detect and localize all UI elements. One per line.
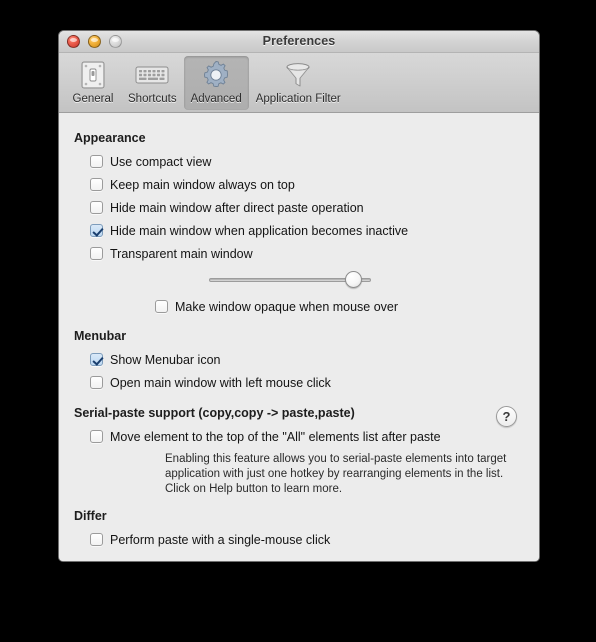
transparency-slider-row bbox=[209, 265, 539, 295]
toolbar-item-application-filter[interactable]: Application Filter bbox=[249, 56, 348, 110]
preferences-content-pane: Appearance Use compact view Keep main wi… bbox=[59, 113, 539, 561]
checkbox-keep-main-window-always-on-top[interactable] bbox=[90, 178, 103, 191]
toolbar-item-advanced-label: Advanced bbox=[190, 93, 242, 105]
section-differ: Differ Perform paste with a single-mouse… bbox=[59, 509, 539, 551]
gear-icon bbox=[200, 58, 232, 92]
checkbox-show-menubar-icon[interactable] bbox=[90, 353, 103, 366]
section-differ-title: Differ bbox=[74, 509, 107, 523]
close-button[interactable] bbox=[67, 35, 80, 48]
toolbar-item-general[interactable]: General bbox=[65, 56, 121, 110]
section-serial-paste-title: Serial-paste support (copy,copy -> paste… bbox=[74, 406, 355, 420]
serial-paste-description-line-3: Click on Help button to learn more. bbox=[165, 483, 343, 495]
checkbox-use-compact-view[interactable] bbox=[90, 155, 103, 168]
preferences-toolbar: General Shortcuts Advanced Application F… bbox=[59, 53, 539, 113]
checkbox-move-element-to-top[interactable] bbox=[90, 430, 103, 443]
checkbox-hide-main-window-when-inactive[interactable] bbox=[90, 224, 103, 237]
section-menubar: Menubar Show Menubar icon Open main wind… bbox=[59, 329, 539, 394]
keyboard-icon bbox=[134, 58, 170, 92]
checkbox-row-show-menubar-icon[interactable]: Show Menubar icon bbox=[90, 348, 539, 371]
serial-paste-description-line-1: Enabling this feature allows you to seri… bbox=[165, 453, 507, 465]
section-appearance-title: Appearance bbox=[74, 131, 146, 145]
toolbar-item-application-filter-label: Application Filter bbox=[255, 93, 341, 105]
checkbox-row-transparent-main-window[interactable]: Transparent main window bbox=[90, 242, 539, 265]
checkbox-label-move-element-to-top: Move element to the top of the "All" ele… bbox=[110, 429, 441, 444]
serial-paste-description-line-2: application with just one hotkey by rear… bbox=[165, 468, 504, 480]
checkbox-transparent-main-window[interactable] bbox=[90, 247, 103, 260]
toolbar-item-general-label: General bbox=[72, 93, 114, 105]
desktop-background: Preferences General Shortcuts Advanced A… bbox=[0, 0, 596, 642]
help-button[interactable]: ? bbox=[496, 406, 517, 427]
checkbox-row-keep-main-window-always-on-top[interactable]: Keep main window always on top bbox=[90, 173, 539, 196]
section-appearance: Appearance Use compact view Keep main wi… bbox=[59, 131, 539, 318]
window-controls bbox=[67, 35, 122, 48]
checkbox-open-main-window-left-click[interactable] bbox=[90, 376, 103, 389]
toolbar-item-shortcuts[interactable]: Shortcuts bbox=[121, 56, 184, 110]
serial-paste-description: Enabling this feature allows you to seri… bbox=[165, 452, 525, 497]
toolbar-item-advanced[interactable]: Advanced bbox=[183, 56, 249, 110]
checkbox-row-open-main-window-left-click[interactable]: Open main window with left mouse click bbox=[90, 371, 539, 394]
funnel-icon bbox=[282, 58, 314, 92]
switch-plate-icon bbox=[77, 58, 109, 92]
checkbox-row-use-compact-view[interactable]: Use compact view bbox=[90, 150, 539, 173]
minimize-button[interactable] bbox=[88, 35, 101, 48]
checkbox-label-keep-main-window-always-on-top: Keep main window always on top bbox=[110, 177, 295, 192]
checkbox-row-perform-paste-single-click[interactable]: Perform paste with a single-mouse click bbox=[90, 528, 539, 551]
checkbox-label-make-window-opaque: Make window opaque when mouse over bbox=[175, 299, 399, 314]
checkbox-row-move-element-to-top[interactable]: Move element to the top of the "All" ele… bbox=[90, 425, 539, 448]
checkbox-row-make-window-opaque[interactable]: Make window opaque when mouse over bbox=[155, 295, 539, 318]
checkbox-label-open-main-window-left-click: Open main window with left mouse click bbox=[110, 375, 331, 390]
toolbar-item-shortcuts-label: Shortcuts bbox=[128, 93, 177, 105]
section-menubar-title: Menubar bbox=[74, 329, 127, 343]
slider-thumb[interactable] bbox=[345, 271, 363, 288]
window-titlebar: Preferences bbox=[59, 31, 539, 53]
checkbox-hide-main-window-after-direct-paste[interactable] bbox=[90, 201, 103, 214]
window-title: Preferences bbox=[262, 34, 336, 48]
checkbox-label-transparent-main-window: Transparent main window bbox=[110, 246, 253, 261]
checkbox-label-perform-paste-single-click: Perform paste with a single-mouse click bbox=[110, 532, 331, 547]
section-serial-paste: Serial-paste support (copy,copy -> paste… bbox=[59, 406, 539, 497]
checkbox-label-hide-main-window-after-direct-paste: Hide main window after direct paste oper… bbox=[110, 200, 364, 215]
checkbox-label-hide-main-window-when-inactive: Hide main window when application become… bbox=[110, 223, 409, 238]
checkbox-label-show-menubar-icon: Show Menubar icon bbox=[110, 352, 221, 367]
checkbox-row-hide-main-window-after-direct-paste[interactable]: Hide main window after direct paste oper… bbox=[90, 196, 539, 219]
checkbox-row-hide-main-window-when-inactive[interactable]: Hide main window when application become… bbox=[90, 219, 539, 242]
zoom-button bbox=[109, 35, 122, 48]
checkbox-perform-paste-single-click[interactable] bbox=[90, 533, 103, 546]
checkbox-make-window-opaque[interactable] bbox=[155, 300, 168, 313]
transparency-slider[interactable] bbox=[209, 271, 371, 289]
checkbox-label-use-compact-view: Use compact view bbox=[110, 154, 212, 169]
preferences-window: Preferences General Shortcuts Advanced A… bbox=[58, 30, 540, 562]
